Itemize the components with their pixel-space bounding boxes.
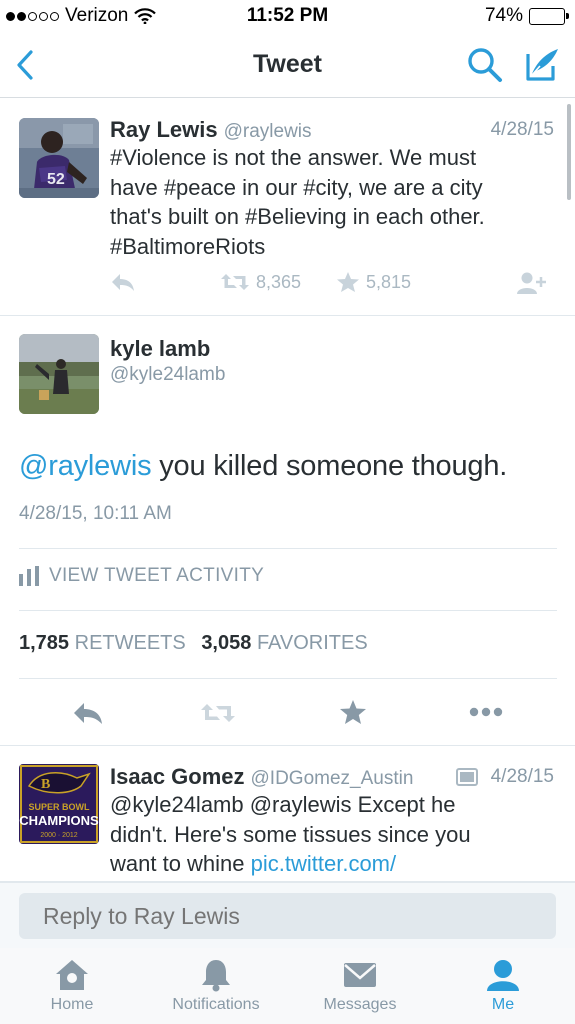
- retweet-count: 8,365: [256, 271, 302, 292]
- mention-link[interactable]: @raylewis: [19, 450, 152, 482]
- reply-bar: [0, 882, 575, 948]
- tweet-line: didn't. Here's some tissues since you: [110, 821, 471, 847]
- avatar[interactable]: [19, 334, 99, 414]
- favorite-count: 5,815: [366, 271, 412, 292]
- divider: [19, 610, 557, 611]
- focused-tweet: kyle lamb @kyle24lamb @raylewis you kill…: [0, 316, 575, 746]
- author-name[interactable]: kyle lamb: [110, 336, 210, 362]
- media-link[interactable]: pic.twitter.com/: [251, 851, 396, 876]
- engagement-counts: 1,785 RETWEETS 3,058 FAVORITES: [19, 632, 368, 655]
- svg-text:CHAMPIONS: CHAMPIONS: [19, 813, 99, 828]
- tweet-header: Ray Lewis @raylewis: [110, 117, 312, 143]
- tab-me[interactable]: Me: [443, 958, 563, 1014]
- bar-chart-icon: [19, 566, 39, 586]
- tweet-actions: 8,365 5,815: [110, 271, 550, 299]
- retweet-count: 1,785: [19, 632, 70, 654]
- tweet-header: Isaac Gomez @IDGomez_Austin: [110, 764, 413, 790]
- author-handle[interactable]: @kyle24lamb: [110, 364, 225, 386]
- author-name[interactable]: Isaac Gomez: [110, 764, 245, 789]
- search-icon[interactable]: [466, 46, 504, 84]
- tab-home[interactable]: Home: [12, 958, 132, 1014]
- tweet-line: Except he: [351, 792, 456, 817]
- retweet-label: RETWEETS: [74, 632, 186, 654]
- tweet-line: want to whine: [110, 851, 251, 876]
- tweet-date: 4/28/15: [490, 766, 554, 787]
- ray-lewis-photo: 52: [19, 118, 99, 198]
- avatar[interactable]: 52: [19, 118, 99, 198]
- svg-text:B: B: [41, 777, 50, 792]
- author-name[interactable]: Ray Lewis: [110, 117, 218, 142]
- battery-icon: [529, 7, 569, 25]
- tweet-body: you killed someone though.: [151, 450, 508, 482]
- kyle-lamb-photo: [19, 334, 99, 414]
- tab-notifications[interactable]: Notifications: [156, 958, 276, 1014]
- tweet-line: #Violence is not the answer. We must: [110, 145, 477, 170]
- reply-icon: [112, 274, 134, 291]
- author-handle[interactable]: @raylewis: [224, 121, 312, 142]
- reply-input[interactable]: [19, 893, 556, 939]
- tab-label: Messages: [323, 996, 397, 1013]
- star-icon[interactable]: [339, 699, 367, 725]
- tweet-line: #BaltimoreRiots: [110, 233, 266, 259]
- battery-group: 74%: [484, 5, 569, 27]
- more-icon[interactable]: [469, 706, 503, 718]
- bell-icon: [202, 960, 230, 992]
- tweet-text: @raylewis you killed someone though.: [19, 450, 507, 483]
- reply-button[interactable]: [110, 271, 136, 293]
- nav-bar: Tweet: [0, 32, 575, 98]
- favorites-stat[interactable]: 3,058 FAVORITES: [201, 632, 367, 654]
- retweet-icon[interactable]: [200, 701, 236, 725]
- svg-text:52: 52: [47, 171, 65, 188]
- svg-text:2000 · 2012: 2000 · 2012: [40, 832, 77, 839]
- retweet-icon: [221, 274, 249, 290]
- favorite-label: FAVORITES: [256, 632, 368, 654]
- add-user-icon: [517, 272, 546, 294]
- tweet-actions: [0, 698, 575, 730]
- envelope-icon: [344, 963, 376, 987]
- compose-icon[interactable]: [522, 44, 562, 84]
- avatar[interactable]: B SUPER BOWL CHAMPIONS 2000 · 2012: [19, 764, 99, 844]
- reply-tweet[interactable]: B SUPER BOWL CHAMPIONS 2000 · 2012 Isaac…: [0, 746, 575, 882]
- tweet-line: that's built on #Believing in each other…: [110, 204, 485, 229]
- chevron-left-icon[interactable]: [12, 48, 42, 82]
- media-icon: [456, 768, 478, 786]
- tweet-timestamp: 4/28/15, 10:11 AM: [19, 503, 172, 524]
- tweet-text: #Violence is not the answer. We must hav…: [110, 143, 485, 261]
- view-activity-button[interactable]: VIEW TWEET ACTIVITY: [19, 565, 264, 587]
- author-handle[interactable]: @IDGomez_Austin: [251, 768, 414, 789]
- view-activity-label: VIEW TWEET ACTIVITY: [49, 565, 265, 586]
- divider: [19, 678, 557, 679]
- divider: [19, 548, 557, 549]
- tab-bar: Home Notifications Messages Me: [0, 948, 575, 1024]
- favorite-count: 3,058: [201, 632, 252, 654]
- tab-label: Home: [50, 996, 94, 1013]
- favorite-button[interactable]: 5,815: [336, 271, 411, 293]
- follow-button[interactable]: [515, 271, 547, 295]
- retweets-stat[interactable]: 1,785 RETWEETS: [19, 632, 186, 654]
- status-bar: Verizon 11:52 PM 74%: [0, 0, 575, 32]
- mention-links[interactable]: @kyle24lamb @raylewis: [110, 792, 352, 817]
- tab-label: Notifications: [172, 996, 260, 1013]
- parent-tweet[interactable]: 52 Ray Lewis @raylewis 4/28/15 #Violence …: [0, 99, 575, 316]
- tab-messages[interactable]: Messages: [300, 958, 420, 1014]
- tweet-date: 4/28/15: [490, 119, 554, 140]
- person-icon: [487, 960, 519, 991]
- tab-label: Me: [491, 996, 515, 1013]
- home-icon: [56, 960, 88, 990]
- reply-icon[interactable]: [72, 700, 104, 726]
- star-icon: [337, 272, 359, 292]
- tweet-text: @kyle24lamb @raylewis Except he didn't. …: [110, 790, 471, 879]
- tweet-line: have #peace in our #city, we are a city: [110, 174, 483, 200]
- svg-text:SUPER BOWL: SUPER BOWL: [28, 802, 90, 812]
- retweet-button[interactable]: 8,365: [220, 271, 301, 293]
- battery-percent: 74%: [484, 5, 523, 26]
- ravens-champions-logo: B SUPER BOWL CHAMPIONS 2000 · 2012: [19, 764, 99, 844]
